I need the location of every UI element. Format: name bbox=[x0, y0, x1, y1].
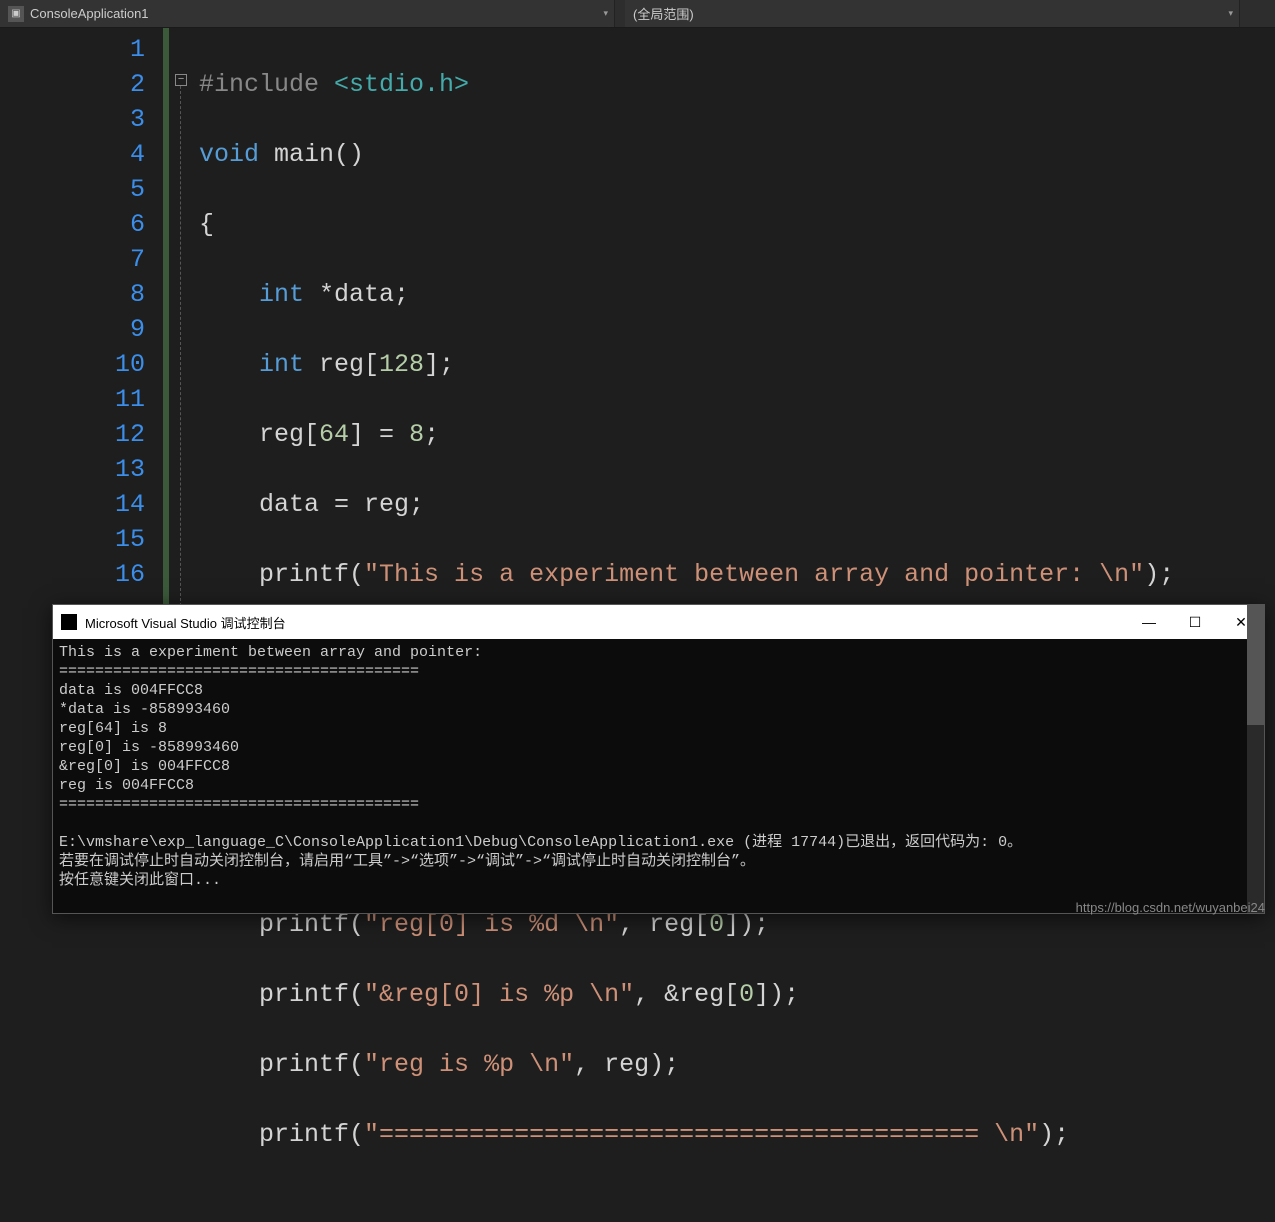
maximize-button[interactable]: ☐ bbox=[1172, 605, 1218, 639]
console-scrollbar[interactable] bbox=[1247, 605, 1264, 913]
code-line: data = reg; bbox=[199, 487, 1275, 522]
fold-toggle[interactable]: − bbox=[175, 74, 187, 86]
fold-margin: − bbox=[169, 28, 199, 608]
line-number: 16 bbox=[0, 557, 145, 592]
code-line: #include <stdio.h> bbox=[199, 67, 1275, 102]
code-line: int *data; bbox=[199, 277, 1275, 312]
line-number: 11 bbox=[0, 382, 145, 417]
project-icon: ▣ bbox=[8, 6, 24, 22]
chevron-down-icon: ▾ bbox=[1228, 8, 1233, 19]
code-area[interactable]: #include <stdio.h> void main() { int *da… bbox=[199, 28, 1275, 608]
code-line: int reg[128]; bbox=[199, 347, 1275, 382]
console-output[interactable]: This is a experiment between array and p… bbox=[53, 639, 1264, 911]
code-line: reg[64] = 8; bbox=[199, 417, 1275, 452]
line-number: 10 bbox=[0, 347, 145, 382]
fold-guide bbox=[180, 86, 181, 606]
project-dropdown[interactable]: ▣ ConsoleApplication1 ▾ bbox=[0, 0, 615, 27]
line-number: 15 bbox=[0, 522, 145, 557]
code-line: printf("&reg[0] is %p \n", &reg[0]); bbox=[199, 977, 1275, 1012]
project-name: ConsoleApplication1 bbox=[30, 6, 149, 21]
line-number: 14 bbox=[0, 487, 145, 522]
line-number: 9 bbox=[0, 312, 145, 347]
scope-label: (全局范围) bbox=[633, 4, 694, 23]
code-editor[interactable]: 1 2 3 4 5 6 7 8 9 10 11 12 13 14 15 16 −… bbox=[0, 28, 1275, 608]
code-line: printf("This is a experiment between arr… bbox=[199, 557, 1275, 592]
navigation-bar: ▣ ConsoleApplication1 ▾ (全局范围) ▾ bbox=[0, 0, 1275, 28]
scrollbar-thumb[interactable] bbox=[1247, 605, 1264, 725]
minimize-button[interactable]: — bbox=[1126, 605, 1172, 639]
debug-console-window: ▪ Microsoft Visual Studio 调试控制台 — ☐ ✕ Th… bbox=[52, 604, 1265, 914]
line-number: 7 bbox=[0, 242, 145, 277]
line-number: 8 bbox=[0, 277, 145, 312]
line-number: 6 bbox=[0, 207, 145, 242]
line-number: 13 bbox=[0, 452, 145, 487]
console-icon: ▪ bbox=[61, 614, 77, 630]
console-titlebar[interactable]: ▪ Microsoft Visual Studio 调试控制台 — ☐ ✕ bbox=[53, 605, 1264, 639]
console-title: Microsoft Visual Studio 调试控制台 bbox=[85, 613, 286, 632]
line-number: 4 bbox=[0, 137, 145, 172]
line-number: 3 bbox=[0, 102, 145, 137]
line-number: 5 bbox=[0, 172, 145, 207]
line-number: 2 bbox=[0, 67, 145, 102]
code-line: void main() bbox=[199, 137, 1275, 172]
code-line: printf("================================… bbox=[199, 1117, 1275, 1152]
scope-dropdown[interactable]: (全局范围) ▾ bbox=[625, 0, 1240, 27]
line-number: 1 bbox=[0, 32, 145, 67]
code-line: { bbox=[199, 207, 1275, 242]
line-number: 12 bbox=[0, 417, 145, 452]
watermark: https://blog.csdn.net/wuyanbei24 bbox=[1076, 900, 1265, 915]
chevron-down-icon: ▾ bbox=[603, 8, 608, 19]
code-line: printf("reg is %p \n", reg); bbox=[199, 1047, 1275, 1082]
line-number-gutter: 1 2 3 4 5 6 7 8 9 10 11 12 13 14 15 16 bbox=[0, 28, 163, 608]
